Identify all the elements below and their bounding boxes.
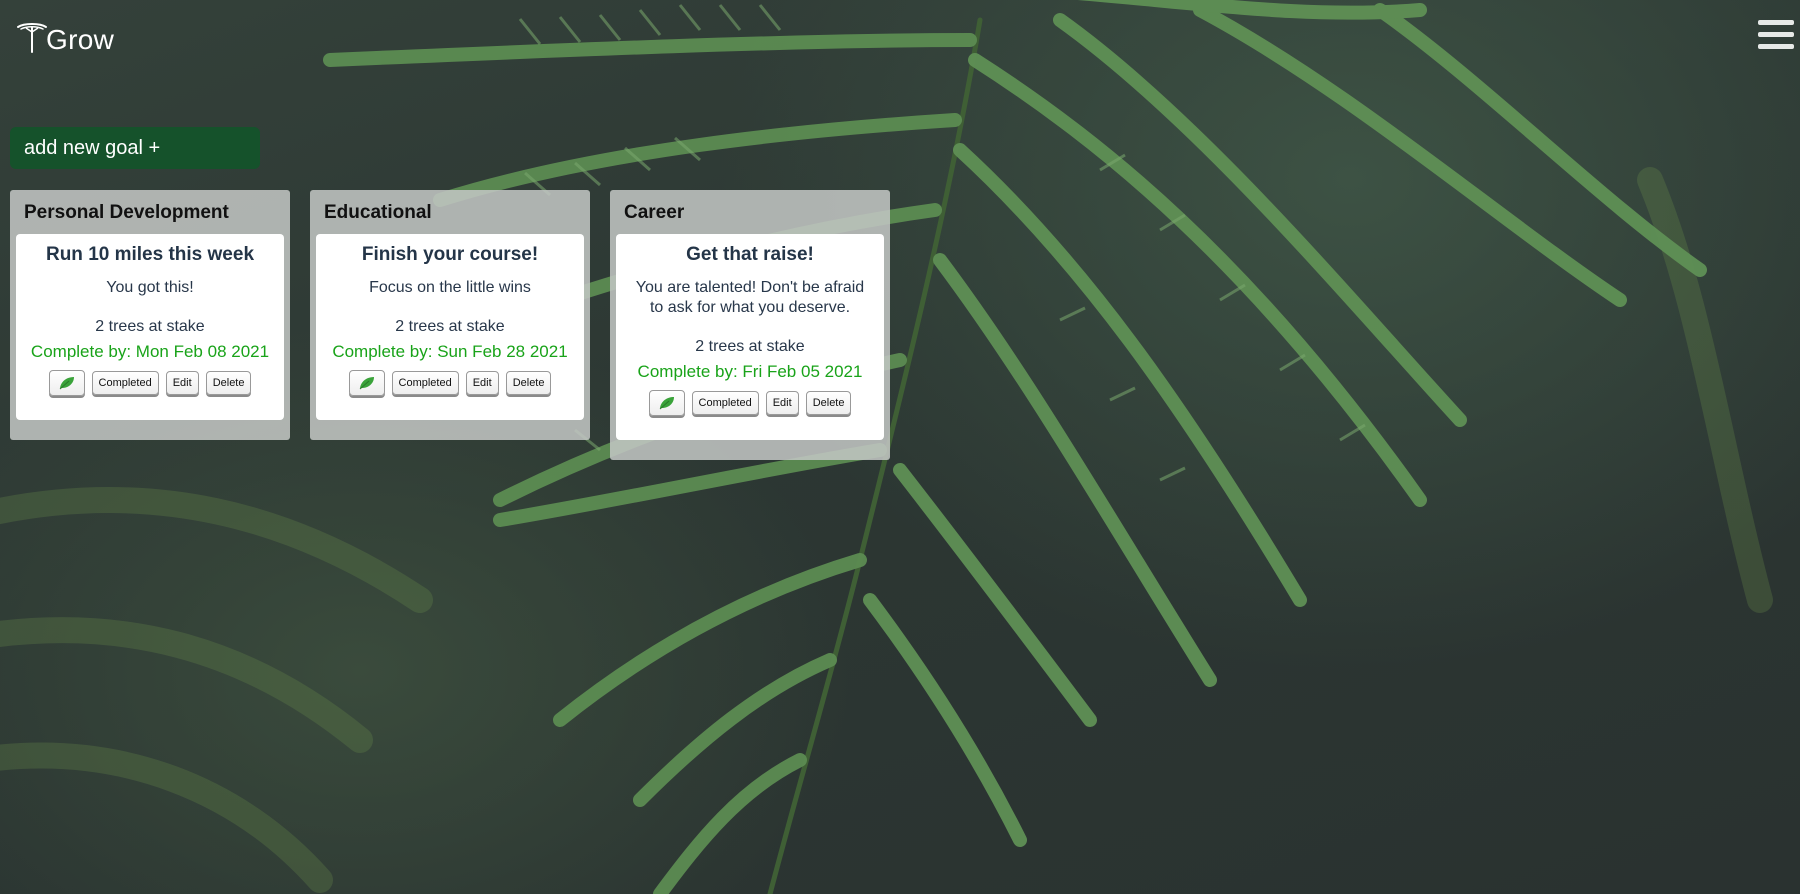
tree-icon <box>17 23 47 53</box>
column-educational: Educational Finish your course! Focus on… <box>310 190 590 440</box>
delete-button[interactable]: Delete <box>505 371 552 395</box>
edit-button[interactable]: Edit <box>165 371 199 395</box>
leaf-icon <box>659 397 674 410</box>
card-actions: Completed Edit Delete <box>628 390 872 416</box>
leaf-button[interactable] <box>348 370 385 396</box>
delete-button[interactable]: Delete <box>805 391 852 415</box>
delete-button[interactable]: Delete <box>205 371 252 395</box>
app-logo[interactable]: Grow <box>14 18 114 54</box>
column-title: Educational <box>324 202 432 223</box>
goal-columns: Personal Development Run 10 miles this w… <box>10 190 890 460</box>
column-personal-development: Personal Development Run 10 miles this w… <box>10 190 290 440</box>
due-date: Complete by: Mon Feb 08 2021 <box>30 342 270 361</box>
card-actions: Completed Edit Delete <box>28 370 272 396</box>
leaf-button[interactable] <box>648 390 685 416</box>
hamburger-menu-icon[interactable] <box>1758 20 1794 54</box>
due-date: Complete by: Fri Feb 05 2021 <box>637 362 863 381</box>
leaf-button[interactable] <box>48 370 85 396</box>
card-actions: Completed Edit Delete <box>328 370 572 396</box>
goal-title: Get that raise! <box>686 244 814 265</box>
completed-button[interactable]: Completed <box>91 371 159 395</box>
menu-bar <box>1758 32 1794 37</box>
column-career: Career Get that raise! You are talented!… <box>610 190 890 460</box>
goal-message: You got this! <box>106 279 194 296</box>
completed-button[interactable]: Completed <box>391 371 459 395</box>
goal-card: Get that raise! You are talented! Don't … <box>616 234 884 440</box>
goal-message: You are talented! Don't be afraid to ask… <box>635 279 865 316</box>
trees-at-stake: 2 trees at stake <box>95 318 205 335</box>
goal-title: Finish your course! <box>361 244 539 265</box>
column-title: Personal Development <box>24 202 229 223</box>
edit-button[interactable]: Edit <box>765 391 799 415</box>
goal-message: Focus on the little wins <box>369 279 531 296</box>
column-title: Career <box>624 202 685 223</box>
goal-title: Run 10 miles this week <box>45 244 255 265</box>
due-date: Complete by: Sun Feb 28 2021 <box>332 342 568 361</box>
goal-card: Run 10 miles this week You got this! 2 t… <box>16 234 284 420</box>
trees-at-stake: 2 trees at stake <box>695 338 805 355</box>
leaf-icon <box>59 377 74 390</box>
app-name: Grow <box>46 24 115 55</box>
goal-card: Finish your course! Focus on the little … <box>316 234 584 420</box>
menu-bar <box>1758 44 1794 49</box>
trees-at-stake: 2 trees at stake <box>395 318 505 335</box>
menu-bar <box>1758 20 1794 25</box>
completed-button[interactable]: Completed <box>691 391 759 415</box>
edit-button[interactable]: Edit <box>465 371 499 395</box>
leaf-icon <box>359 377 374 390</box>
add-new-goal-button[interactable]: add new goal + <box>10 127 260 169</box>
